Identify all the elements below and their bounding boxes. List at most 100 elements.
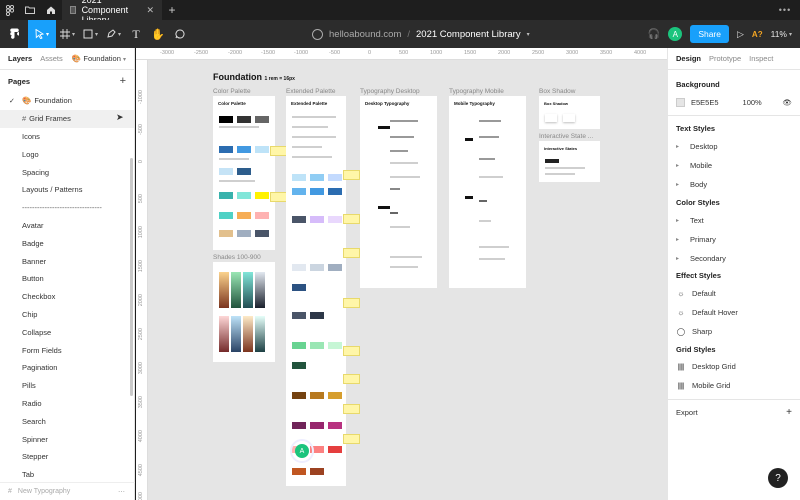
shape-tool-button[interactable]: ▾ (79, 20, 102, 48)
layer-footer[interactable]: # New Typography ⋯ (0, 482, 135, 500)
color-style-item[interactable]: ▸ Secondary (676, 251, 792, 265)
grid-style-item[interactable]: ||| Mobile Grid (676, 378, 792, 392)
close-tab-icon[interactable]: ✕ (146, 5, 154, 16)
page-item[interactable]: Search (0, 412, 134, 430)
tab-design[interactable]: Design (676, 54, 701, 63)
shades-frame[interactable] (213, 262, 275, 362)
page-item[interactable]: Button (0, 270, 134, 288)
page-item[interactable]: Checkbox (0, 288, 134, 306)
text-style-item[interactable]: ▸ Body (676, 177, 792, 191)
headphones-icon[interactable]: 🎧 (648, 29, 660, 40)
frame-title-color-palette[interactable]: Color Palette (213, 88, 251, 95)
effect-style-item[interactable]: ☼ Default Hover (676, 305, 792, 319)
file-tab[interactable]: 2021 Component Library ✕ (62, 0, 162, 25)
share-button[interactable]: Share (690, 25, 729, 43)
sticky-note[interactable] (343, 434, 360, 444)
page-item[interactable]: Layouts / Patterns (0, 181, 134, 199)
page-list-scrollbar[interactable] (130, 158, 133, 396)
more-icon[interactable]: ••• (770, 5, 800, 15)
chevron-down-icon[interactable]: ▾ (527, 31, 530, 38)
team-name[interactable]: helloabound.com (329, 29, 401, 40)
background-row[interactable]: E5E5E5 100% 👁 (676, 95, 792, 109)
typography-desktop-frame[interactable]: Desktop Typography (360, 96, 437, 288)
sticky-note[interactable] (343, 346, 360, 356)
page-item[interactable]: Spinner (0, 430, 134, 448)
home-icon[interactable] (40, 0, 62, 20)
main-menu-button[interactable] (0, 20, 28, 48)
page-item[interactable]: Chip (0, 306, 134, 324)
frame-title-typography-desktop[interactable]: Typography Desktop (360, 88, 420, 95)
tab-inspect[interactable]: Inspect (749, 54, 773, 63)
sticky-note[interactable] (270, 192, 287, 202)
background-swatch[interactable] (676, 97, 685, 107)
text-style-item[interactable]: ▸ Desktop (676, 139, 792, 153)
export-row[interactable]: Export + (676, 405, 792, 419)
assistant-badge[interactable]: A? (752, 30, 763, 39)
frame-title-extended-palette[interactable]: Extended Palette (286, 88, 336, 95)
background-opacity[interactable]: 100% (743, 98, 762, 107)
hand-tool-button[interactable]: ✋ (147, 20, 169, 48)
page-item[interactable]: Avatar (0, 217, 134, 235)
comment-tool-button[interactable] (169, 20, 191, 48)
page-item[interactable]: 🎨Foundation (0, 92, 134, 110)
page-selector[interactable]: 🎨 Foundation ▾ (72, 54, 126, 63)
move-tool-button[interactable]: ▾ (28, 20, 56, 48)
page-item[interactable]: Stepper (0, 448, 134, 466)
color-style-item[interactable]: ▸ Text (676, 213, 792, 227)
interactive-state-frame[interactable]: Interactive States (539, 141, 600, 182)
page-item[interactable]: Radio (0, 395, 134, 413)
sticky-note[interactable] (343, 214, 360, 224)
page-item[interactable]: -------------------------------- (0, 199, 134, 217)
sticky-note[interactable] (343, 170, 360, 180)
page-item[interactable]: Collapse (0, 323, 134, 341)
frame-tool-button[interactable]: ▾ (56, 20, 79, 48)
page-item[interactable]: Badge (0, 234, 134, 252)
effect-style-item[interactable]: ☼ Default (676, 286, 792, 300)
sticky-note[interactable] (270, 146, 287, 156)
effect-style-item[interactable]: ◯ Sharp (676, 324, 792, 338)
background-hex[interactable]: E5E5E5 (691, 98, 719, 107)
page-item[interactable]: Pills (0, 377, 134, 395)
text-style-item[interactable]: ▸ Mobile (676, 158, 792, 172)
frame-title-box-shadow[interactable]: Box Shadow (539, 88, 576, 95)
page-item[interactable]: Tab (0, 466, 134, 484)
user-avatar[interactable]: A (668, 27, 683, 41)
chevron-down-icon[interactable]: ▾ (789, 31, 792, 38)
pen-tool-button[interactable]: ▾ (102, 20, 125, 48)
canvas[interactable]: -3000 -2500 -2000 -1500 -1000 -500 0 500… (136, 48, 667, 500)
box-shadow-frame[interactable]: Box Shadow (539, 96, 600, 129)
add-export-icon[interactable]: + (786, 407, 792, 418)
page-item[interactable]: Spacing (0, 163, 134, 181)
zoom-level[interactable]: 11% (771, 29, 787, 39)
file-name[interactable]: 2021 Component Library (416, 29, 521, 40)
figma-logo-icon[interactable] (0, 0, 20, 20)
color-palette-frame[interactable]: Color Palette (213, 96, 275, 250)
folder-icon[interactable] (20, 0, 40, 20)
present-icon[interactable]: ▷ (737, 29, 744, 40)
collaborator-avatar[interactable]: A (295, 444, 309, 458)
new-tab-icon[interactable]: + (162, 3, 182, 17)
sticky-note[interactable] (343, 374, 360, 384)
extended-palette-frame[interactable]: Extended Palette (286, 96, 346, 486)
tab-assets[interactable]: Assets (40, 54, 63, 63)
text-tool-button[interactable]: T (125, 20, 147, 48)
page-item[interactable]: Pagination (0, 359, 134, 377)
frame-title-typography-mobile[interactable]: Typography Mobile (449, 88, 504, 95)
tab-prototype[interactable]: Prototype (709, 54, 741, 63)
eye-icon[interactable]: 👁 (782, 98, 792, 107)
sticky-note[interactable] (343, 248, 360, 258)
typography-mobile-frame[interactable]: Mobile Typography (449, 96, 526, 288)
sticky-note[interactable] (343, 404, 360, 414)
tab-layers[interactable]: Layers (8, 54, 32, 63)
page-item[interactable]: Icons (0, 128, 134, 146)
grid-style-item[interactable]: ||| Desktop Grid (676, 359, 792, 373)
page-item[interactable]: Banner (0, 252, 134, 270)
color-style-item[interactable]: ▸ Primary (676, 232, 792, 246)
page-item[interactable]: Form Fields (0, 341, 134, 359)
sticky-note[interactable] (343, 298, 360, 308)
frame-title-shades[interactable]: Shades 100-900 (213, 254, 261, 261)
help-button[interactable]: ? (768, 468, 788, 488)
page-item[interactable]: # Grid Frames ➤ (0, 109, 134, 128)
frame-title-interactive-state[interactable]: Interactive State ... (539, 133, 593, 140)
add-page-icon[interactable]: + (120, 75, 126, 87)
